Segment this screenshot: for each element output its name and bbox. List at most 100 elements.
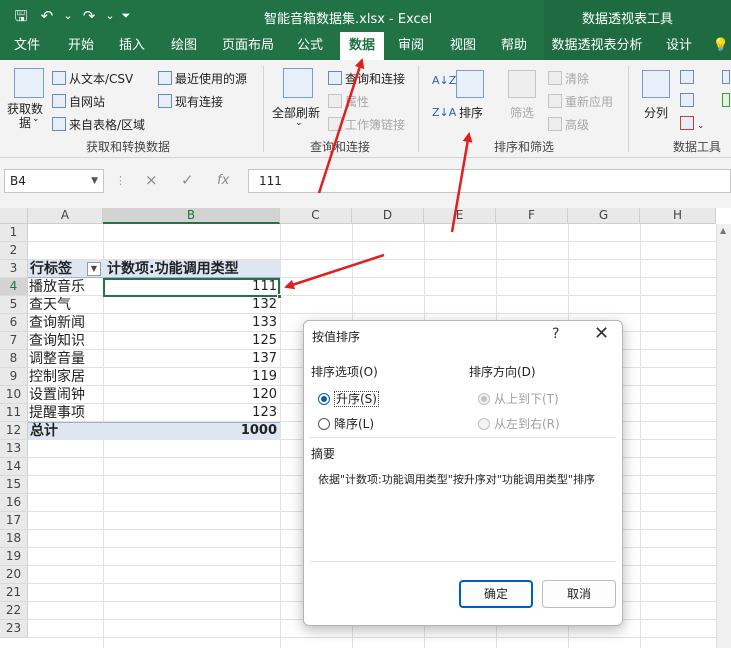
row-header[interactable]: 20 xyxy=(0,566,28,584)
undo-icon[interactable]: ↶ xyxy=(36,6,58,26)
tab-help[interactable]: 帮助 xyxy=(495,32,533,60)
lightbulb-icon[interactable]: 💡 xyxy=(712,32,730,60)
column-header-c[interactable]: C xyxy=(280,208,352,224)
row-header[interactable]: 14 xyxy=(0,458,28,476)
left-to-right-radio[interactable]: 从左到右(R) xyxy=(478,415,560,432)
insert-function-icon[interactable]: fx xyxy=(217,173,229,188)
pivot-value-cell[interactable]: 137 xyxy=(103,350,280,368)
confirm-icon[interactable]: ✓ xyxy=(181,171,194,189)
pivot-row-label[interactable]: 查询知识 xyxy=(29,332,102,350)
tab-draw[interactable]: 绘图 xyxy=(165,32,203,60)
vertical-scrollbar[interactable]: ▲ xyxy=(716,224,731,648)
pivot-row-label[interactable]: 查询新闻 xyxy=(29,314,102,332)
column-header-h[interactable]: H xyxy=(640,208,716,224)
name-box-dropdown-icon[interactable]: ▼ xyxy=(91,170,98,192)
sort-ascending-icon[interactable]: A↓Z xyxy=(432,74,456,87)
tab-design[interactable]: 设计 xyxy=(660,32,698,60)
pivot-value-cell[interactable]: 132 xyxy=(103,296,280,314)
column-header-f[interactable]: F xyxy=(496,208,568,224)
row-header[interactable]: 4 xyxy=(0,278,28,296)
row-header[interactable]: 6 xyxy=(0,314,28,332)
column-header-e[interactable]: E xyxy=(424,208,496,224)
pivot-row-label[interactable]: 播放音乐 xyxy=(29,278,102,296)
row-header[interactable]: 18 xyxy=(0,530,28,548)
get-data-dropdown-icon[interactable]: ⌄ xyxy=(32,114,40,124)
row-header[interactable]: 7 xyxy=(0,332,28,350)
row-header[interactable]: 11 xyxy=(0,404,28,422)
recent-sources-button[interactable]: 最近使用的源 xyxy=(158,70,247,87)
remove-duplicates-icon[interactable] xyxy=(680,93,697,108)
ascending-radio[interactable]: 升序(S) xyxy=(318,390,379,407)
row-header[interactable]: 2 xyxy=(0,242,28,260)
pivot-row-label-header[interactable]: 行标签 xyxy=(30,260,90,278)
column-header-b[interactable]: B xyxy=(103,208,280,224)
filter-icon[interactable] xyxy=(508,70,536,98)
tab-page-layout[interactable]: 页面布局 xyxy=(218,32,278,60)
existing-connections-button[interactable]: 现有连接 xyxy=(158,93,223,110)
relationships-icon[interactable] xyxy=(722,93,731,108)
row-header[interactable]: 9 xyxy=(0,368,28,386)
tab-data[interactable]: 数据 xyxy=(340,32,384,60)
reapply-button[interactable]: 重新应用 xyxy=(548,93,613,110)
pivot-total-label[interactable]: 总计 xyxy=(30,422,102,440)
filter-button[interactable]: 筛选 xyxy=(510,104,534,121)
properties-button[interactable]: 属性 xyxy=(328,93,369,110)
pivot-value-cell[interactable]: 120 xyxy=(103,386,280,404)
row-header[interactable]: 12 xyxy=(0,422,28,440)
data-validation-icon[interactable]: ⌄ xyxy=(680,116,705,131)
pivot-row-label[interactable]: 控制家居 xyxy=(29,368,102,386)
descending-radio[interactable]: 降序(L) xyxy=(318,415,374,432)
column-header-d[interactable]: D xyxy=(352,208,424,224)
from-text-csv-button[interactable]: 从文本/CSV xyxy=(52,70,133,87)
undo-dropdown-icon[interactable]: ⌄ xyxy=(62,6,74,26)
sort-icon[interactable] xyxy=(456,70,484,98)
clear-button[interactable]: 清除 xyxy=(548,70,589,87)
pivot-row-label[interactable]: 查天气 xyxy=(29,296,102,314)
refresh-all-icon[interactable] xyxy=(283,68,313,98)
select-all-corner[interactable] xyxy=(0,208,28,224)
column-header-a[interactable]: A xyxy=(28,208,103,224)
tab-insert[interactable]: 插入 xyxy=(113,32,151,60)
pivot-value-cell[interactable]: 133 xyxy=(103,314,280,332)
fill-handle[interactable] xyxy=(277,294,282,299)
refresh-dropdown-icon[interactable]: ⌄ xyxy=(295,118,303,128)
row-header[interactable]: 10 xyxy=(0,386,28,404)
text-to-columns-button[interactable]: 分列 xyxy=(644,104,668,121)
sort-descending-icon[interactable]: Z↓A xyxy=(432,106,456,119)
sort-button[interactable]: 排序 xyxy=(459,104,483,121)
row-header[interactable]: 23 xyxy=(0,620,28,638)
tab-view[interactable]: 视图 xyxy=(444,32,482,60)
row-header[interactable]: 5 xyxy=(0,296,28,314)
pivot-value-header[interactable]: 计数项:功能调用类型 xyxy=(107,260,279,278)
column-header-g[interactable]: G xyxy=(568,208,640,224)
close-icon[interactable]: ✕ xyxy=(594,323,609,344)
text-to-columns-icon[interactable] xyxy=(642,70,670,98)
tab-formulas[interactable]: 公式 xyxy=(290,32,330,60)
flash-fill-icon[interactable] xyxy=(680,70,697,85)
row-header[interactable]: 3 xyxy=(0,260,28,278)
ok-button[interactable]: 确定 xyxy=(459,580,533,608)
row-header[interactable]: 21 xyxy=(0,584,28,602)
save-icon[interactable]: 🖫 xyxy=(10,6,32,26)
row-label-filter-dropdown-icon[interactable]: ▼ xyxy=(87,262,101,276)
consolidate-icon[interactable] xyxy=(722,70,731,85)
row-header[interactable]: 19 xyxy=(0,548,28,566)
formula-input[interactable]: 111 xyxy=(248,169,731,193)
queries-connections-button[interactable]: 查询和连接 xyxy=(328,70,405,87)
advanced-button[interactable]: 高级 xyxy=(548,116,589,133)
tab-file[interactable]: 文件 xyxy=(8,32,46,60)
row-header[interactable]: 17 xyxy=(0,512,28,530)
tab-pivot-analyze[interactable]: 数据透视表分析 xyxy=(550,32,644,60)
row-header[interactable]: 22 xyxy=(0,602,28,620)
get-data-icon[interactable] xyxy=(14,68,44,98)
row-header[interactable]: 13 xyxy=(0,440,28,458)
row-header[interactable]: 8 xyxy=(0,350,28,368)
pivot-row-label[interactable]: 设置闹钟 xyxy=(29,386,102,404)
edit-links-button[interactable]: 工作簿链接 xyxy=(328,116,405,133)
data-validation-dropdown-icon[interactable]: ⌄ xyxy=(697,121,705,131)
pivot-row-label[interactable]: 提醒事项 xyxy=(29,404,102,422)
row-header[interactable]: 15 xyxy=(0,476,28,494)
pivot-total-value[interactable]: 1000 xyxy=(103,422,280,440)
cancel-button[interactable]: 取消 xyxy=(542,580,616,608)
tab-review[interactable]: 审阅 xyxy=(392,32,430,60)
